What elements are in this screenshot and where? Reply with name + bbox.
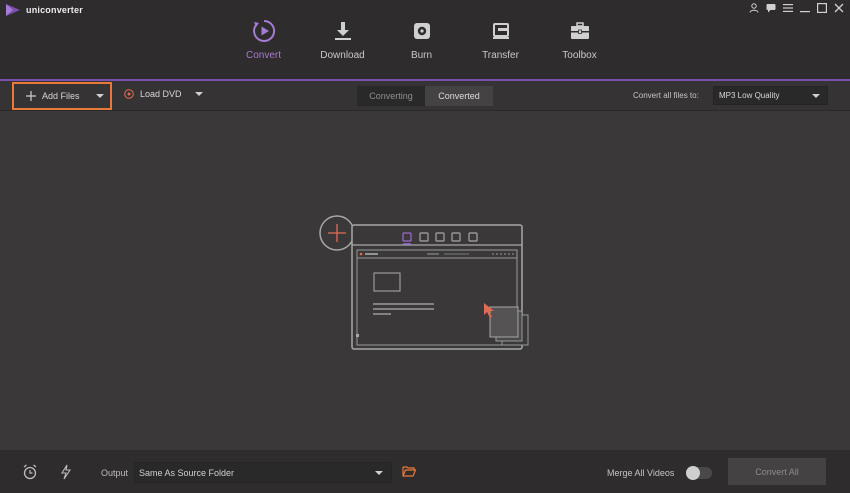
- app-logo: uniconverter: [6, 4, 83, 16]
- alarm-clock-icon[interactable]: [22, 464, 38, 480]
- add-files-label: Add Files: [42, 91, 80, 101]
- output-folder-value: Same As Source Folder: [139, 467, 235, 478]
- add-files-button[interactable]: Add Files: [12, 82, 112, 110]
- toggle-knob: [686, 466, 700, 480]
- window-controls: [749, 3, 844, 13]
- lightning-icon[interactable]: [58, 464, 74, 480]
- convert-icon: [251, 18, 277, 44]
- output-label: Output: [101, 468, 129, 478]
- convert-all-button[interactable]: Convert All: [728, 458, 826, 485]
- logo-icon: [6, 4, 20, 16]
- nav-label: Convert: [245, 50, 281, 61]
- merge-videos-toggle[interactable]: [686, 466, 712, 480]
- user-icon[interactable]: [749, 3, 759, 13]
- file-drop-area[interactable]: [0, 111, 850, 450]
- chevron-down-icon[interactable]: [194, 92, 203, 96]
- nav-label: Toolbox: [562, 50, 597, 61]
- add-circle-icon: [319, 215, 355, 251]
- load-dvd-button[interactable]: Load DVD: [124, 89, 203, 99]
- folder-open-icon[interactable]: [402, 465, 416, 477]
- nav-burn[interactable]: Burn: [382, 18, 461, 81]
- status-tabs: Converting Converted: [357, 86, 493, 106]
- merge-videos-label: Merge All Videos: [607, 468, 675, 478]
- top-bar: uniconverter Convert Download Burn Trans…: [0, 0, 850, 81]
- load-dvd-label: Load DVD: [140, 89, 182, 99]
- chevron-down-icon: [812, 94, 820, 98]
- nav-label: Burn: [410, 50, 433, 61]
- chat-icon[interactable]: [766, 3, 776, 13]
- download-icon: [330, 18, 356, 44]
- nav-download[interactable]: Download: [303, 18, 382, 81]
- nav-label: Download: [320, 50, 365, 61]
- nav-convert[interactable]: Convert: [224, 18, 306, 81]
- transfer-icon: [488, 18, 514, 44]
- output-folder-select[interactable]: Same As Source Folder: [134, 462, 392, 483]
- disc-icon: [124, 89, 134, 99]
- main-nav: Convert Download Burn Transfer Toolbox: [224, 18, 619, 81]
- add-files-illustration[interactable]: [314, 215, 534, 355]
- app-title: uniconverter: [26, 5, 83, 15]
- burn-icon: [409, 18, 435, 44]
- toolbar: Add Files Load DVD Converting Converted …: [0, 81, 850, 111]
- maximize-icon[interactable]: [817, 3, 827, 13]
- bottom-bar: Output Same As Source Folder Merge All V…: [0, 450, 850, 493]
- plus-icon: [26, 91, 36, 101]
- output-format-value: MP3 Low Quality: [719, 91, 780, 100]
- nav-toolbox[interactable]: Toolbox: [540, 18, 619, 81]
- tab-converted[interactable]: Converted: [425, 86, 493, 106]
- output-format-select[interactable]: MP3 Low Quality: [713, 86, 828, 105]
- tab-converting[interactable]: Converting: [357, 86, 425, 106]
- toolbox-icon: [567, 18, 593, 44]
- nav-label: Transfer: [482, 50, 519, 61]
- chevron-down-icon: [375, 471, 383, 475]
- nav-transfer[interactable]: Transfer: [461, 18, 540, 81]
- minimize-icon[interactable]: [800, 3, 810, 13]
- close-icon[interactable]: [834, 3, 844, 13]
- menu-icon[interactable]: [783, 3, 793, 13]
- chevron-down-icon[interactable]: [95, 94, 104, 98]
- convert-all-files-label: Convert all files to:: [633, 91, 699, 100]
